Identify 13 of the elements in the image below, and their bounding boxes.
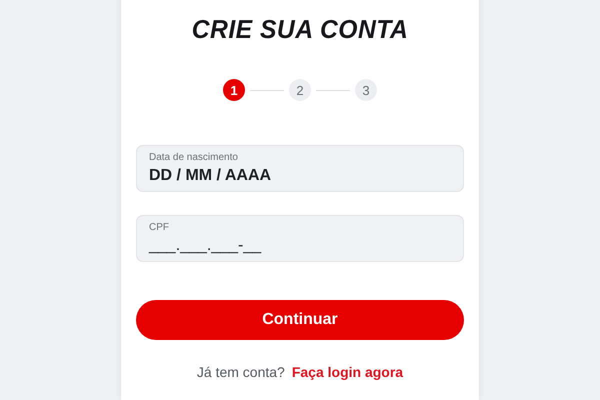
step-indicator: 3 — [355, 79, 377, 101]
step-indicator: 2 — [289, 79, 311, 101]
field-value: ___.___.___-__ — [149, 237, 262, 255]
login-link[interactable]: Faça login agora — [292, 364, 404, 380]
page-title: CRIE SUA CONTA — [192, 14, 408, 45]
field-value: DD / MM / AAAA — [149, 167, 272, 185]
continue-button[interactable]: Continuar — [136, 300, 464, 340]
step-indicator: 1 — [223, 79, 245, 101]
footer-text: Já tem conta? — [196, 364, 285, 380]
input-field[interactable]: Data de nascimento DD / MM / AAAA — [136, 145, 464, 192]
field-label: Data de nascimento — [149, 152, 239, 163]
field-label: CPF — [149, 222, 170, 233]
input-field[interactable]: CPF ___.___.___-__ — [136, 215, 464, 262]
